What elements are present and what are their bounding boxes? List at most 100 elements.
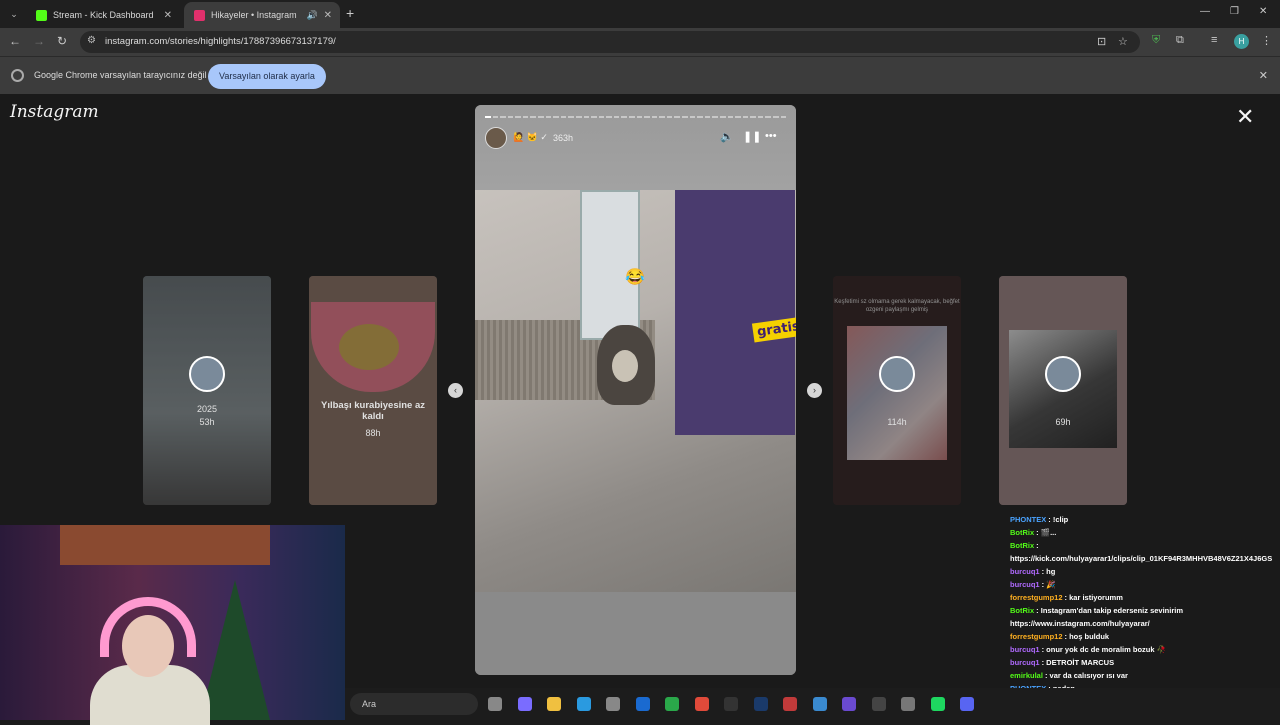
epic-games-icon[interactable] [724, 697, 738, 711]
tab-search-button[interactable]: ⌄ [6, 6, 22, 22]
app-purple-icon[interactable] [842, 697, 856, 711]
url-text[interactable]: instagram.com/stories/highlights/1788739… [105, 36, 336, 47]
progress-segment [598, 116, 605, 118]
profile-avatar[interactable]: H [1234, 34, 1249, 49]
file-explorer-icon[interactable] [547, 697, 561, 711]
minimize-button[interactable]: — [1200, 6, 1210, 17]
chat-username[interactable]: BotRix [1010, 606, 1034, 615]
chat-text: : DETROİT MARCUS [1041, 658, 1115, 667]
store-icon[interactable] [606, 697, 620, 711]
tab-kick-dashboard[interactable]: Stream - Kick Dashboard ✕ [26, 2, 180, 28]
chat-username[interactable]: burcuq1 [1010, 645, 1040, 654]
chat-username[interactable]: BotRix [1010, 528, 1034, 537]
search-placeholder: Ara [362, 699, 377, 709]
steam-icon[interactable] [753, 697, 768, 711]
pause-icon[interactable]: ❚❚ [743, 130, 761, 143]
kick-favicon-icon [36, 9, 47, 21]
xbox-icon[interactable] [665, 697, 679, 711]
more-options-icon[interactable]: ••• [765, 130, 777, 142]
bookmark-star-icon[interactable]: ☆ [1118, 35, 1128, 48]
next-story-button[interactable]: › [807, 383, 822, 398]
thumbnail-time: 53h [199, 417, 215, 427]
close-tab-icon[interactable]: ✕ [324, 10, 332, 21]
story-thumbnail[interactable]: 2025 53h [143, 276, 271, 505]
progress-segment [674, 116, 681, 118]
chat-username[interactable]: BotRix [1010, 541, 1034, 550]
story-thumbnail[interactable]: Yılbaşı kurabiyesine az kaldı 88h [309, 276, 437, 505]
chat-username[interactable]: emirkulal [1010, 671, 1043, 680]
app-red-icon[interactable] [783, 697, 797, 711]
chat-text: : [1036, 541, 1039, 550]
chat-username[interactable]: burcuq1 [1010, 658, 1040, 667]
chrome-icon[interactable] [694, 697, 709, 711]
progress-segment [697, 116, 703, 118]
outlook-icon[interactable] [635, 697, 650, 711]
chat-message: BotRix: Instagram'dan takip ederseniz se… [1010, 604, 1280, 617]
browser-titlebar: ⌄ Stream - Kick Dashboard ✕ Hikayeler • … [0, 0, 1280, 28]
chat-username[interactable]: burcuq1 [1010, 580, 1040, 589]
set-default-button[interactable]: Varsayılan olarak ayarla [208, 64, 326, 89]
laughing-emoji-icon: 😂 [625, 269, 645, 286]
avatar [1045, 356, 1081, 392]
progress-segment [704, 116, 711, 118]
discord-icon[interactable] [960, 697, 974, 711]
cat-chest [612, 350, 638, 382]
tab-instagram[interactable]: Hikayeler • Instagram 🔊 ✕ [184, 2, 340, 28]
close-window-button[interactable]: ✕ [1259, 6, 1267, 17]
glass-door [580, 190, 640, 340]
shield-extension-icon[interactable]: ⛨ [1152, 34, 1160, 47]
reload-icon[interactable]: ↻ [57, 34, 67, 48]
progress-segment [780, 116, 787, 118]
progress-segment [772, 116, 779, 118]
chat-username[interactable]: forrestgump12 [1010, 593, 1063, 602]
media-control-icon[interactable]: ≡ [1211, 34, 1217, 46]
chat-message: burcuq1: hg [1010, 565, 1280, 578]
progress-segment [659, 116, 665, 118]
close-infobar-icon[interactable]: ✕ [1259, 69, 1268, 82]
forward-icon[interactable]: → [33, 34, 45, 48]
story-avatar[interactable] [485, 127, 507, 149]
taskbar-search[interactable]: Ara [350, 693, 478, 715]
menu-icon[interactable]: ⋮ [1261, 34, 1272, 47]
task-view-icon[interactable] [488, 697, 502, 711]
progress-segment [500, 116, 506, 118]
install-app-icon[interactable]: ⊡ [1097, 35, 1106, 48]
address-bar[interactable]: ⚙ instagram.com/stories/highlights/17887… [80, 31, 1140, 53]
progress-segment [712, 116, 718, 118]
current-story[interactable]: gratis 😂 🙋 🐱 ✓ 363h 🔈 ❚❚ ••• [475, 105, 796, 675]
app-gray-icon[interactable] [901, 697, 915, 711]
chat-message: burcuq1: onur yok dc de moralim bozuk 🥀 [1010, 643, 1280, 656]
chat-text: : !clip [1048, 515, 1069, 524]
progress-segment [689, 116, 696, 118]
story-thumbnail[interactable]: Keşfetimi sz olmama gerek kalmayacak, be… [833, 276, 961, 505]
instagram-logo[interactable]: Instagram [10, 102, 99, 122]
tab-title: Hikayeler • Instagram [211, 10, 297, 20]
close-viewer-icon[interactable]: ✕ [1236, 104, 1254, 130]
story-thumbnail[interactable]: 69h [999, 276, 1127, 505]
default-browser-infobar: Google Chrome varsayılan tarayıcınız değ… [0, 56, 1280, 94]
app-blue-icon[interactable] [812, 697, 827, 711]
headphones [100, 597, 196, 657]
progress-segment [750, 116, 756, 118]
progress-segment [757, 116, 764, 118]
thumbnail-label: Yılbaşı kurabiyesine az kaldı [320, 400, 426, 422]
site-info-icon[interactable]: ⚙ [87, 35, 96, 46]
chat-username[interactable]: burcuq1 [1010, 567, 1040, 576]
extensions-icon[interactable]: ⧉ [1176, 34, 1184, 47]
app-dark-icon[interactable] [871, 697, 886, 711]
previous-story-button[interactable]: ‹ [448, 383, 463, 398]
progress-segment [742, 116, 749, 118]
mute-icon[interactable]: 🔈 [720, 130, 734, 143]
close-tab-icon[interactable]: ✕ [164, 10, 172, 21]
edge-icon[interactable] [576, 697, 591, 711]
maximize-button[interactable]: ❐ [1230, 6, 1239, 17]
new-tab-button[interactable]: + [346, 5, 354, 21]
spotify-icon[interactable] [930, 697, 945, 711]
chat-username[interactable]: forrestgump12 [1010, 632, 1063, 641]
thumbnail-time: 69h [1055, 417, 1071, 427]
gratis-logo: gratis [751, 316, 796, 343]
chat-username[interactable]: PHONTEX [1010, 515, 1046, 524]
copilot-icon[interactable] [517, 697, 532, 711]
back-icon[interactable]: ← [9, 34, 21, 48]
speaker-icon[interactable]: 🔊 [307, 10, 318, 21]
